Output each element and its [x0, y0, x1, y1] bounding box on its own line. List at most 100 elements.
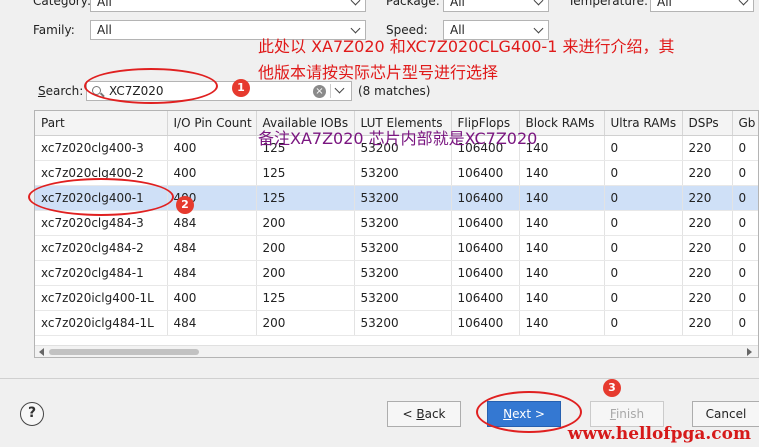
table-cell: 220: [682, 235, 733, 261]
table-cell: 220: [682, 285, 733, 311]
package-label: Package:: [386, 0, 440, 8]
table-cell: 140: [519, 235, 605, 261]
family-value: All: [97, 23, 112, 37]
table-cell: 0: [604, 260, 683, 286]
table-cell: 0: [732, 260, 758, 286]
table-cell: 106400: [451, 210, 520, 236]
table-cell: 200: [256, 310, 355, 336]
search-label: Search:: [38, 84, 83, 98]
table-cell: 0: [604, 285, 683, 311]
clear-icon[interactable]: ×: [313, 85, 326, 98]
table-cell: 140: [519, 310, 605, 336]
table-cell: 140: [519, 260, 605, 286]
column-header[interactable]: I/O Pin Count: [167, 111, 257, 136]
package-combo[interactable]: All: [443, 0, 549, 12]
column-header[interactable]: DSPs: [682, 111, 733, 136]
annotation-note-line1: 此处以 XA7Z020 和XC7Z020CLG400-1 来进行介绍，其: [258, 37, 675, 56]
table-cell: 220: [682, 210, 733, 236]
search-highlight-ring: [84, 68, 218, 104]
table-cell: xc7z020iclg400-1L: [35, 285, 168, 311]
table-cell: xc7z020clg484-1: [35, 260, 168, 286]
table-cell: 0: [732, 185, 758, 211]
table-cell: 0: [604, 160, 683, 186]
finish-rest: inish: [615, 407, 645, 421]
table-cell: 53200: [354, 310, 452, 336]
chevron-down-icon: [350, 23, 361, 34]
table-cell: 106400: [451, 235, 520, 261]
help-button[interactable]: ?: [20, 402, 44, 426]
table-cell: 53200: [354, 210, 452, 236]
table-row[interactable]: xc7z020clg484-1 484 200 53200 106400 140 0 220 0: [35, 260, 758, 286]
table-cell: 0: [604, 235, 683, 261]
column-header[interactable]: Gb: [732, 111, 758, 136]
search-label-mnemonic: S: [38, 84, 46, 98]
back-rest: ack: [424, 407, 446, 421]
family-label: Family:: [33, 23, 75, 37]
table-cell: 125: [256, 160, 355, 186]
search-match-count: (8 matches): [358, 84, 431, 98]
table-cell: 484: [167, 260, 257, 286]
scrollbar-thumb[interactable]: [49, 349, 199, 355]
table-cell: 106400: [451, 260, 520, 286]
table-cell: 400: [167, 135, 257, 161]
table-cell: 220: [682, 185, 733, 211]
table-cell: 0: [604, 135, 683, 161]
back-mnemonic: B: [416, 407, 425, 421]
annotation-note-line2: 他版本请按实际芯片型号进行选择: [258, 63, 499, 82]
search-label-rest: earch:: [45, 84, 84, 98]
table-cell: 106400: [451, 160, 520, 186]
step-badge-1: 1: [232, 79, 250, 97]
chevron-down-icon: [533, 0, 544, 6]
table-cell: 53200: [354, 185, 452, 211]
table-cell: 484: [167, 310, 257, 336]
column-header[interactable]: Part: [35, 111, 168, 136]
horizontal-scrollbar[interactable]: [35, 345, 758, 357]
table-cell: 400: [167, 285, 257, 311]
category-value: All: [97, 0, 112, 9]
scroll-right-icon[interactable]: [747, 348, 752, 356]
table-cell: 125: [256, 285, 355, 311]
table-cell: 0: [604, 185, 683, 211]
table-cell: 200: [256, 210, 355, 236]
table-cell: 220: [682, 260, 733, 286]
table-cell: xc7z020iclg484-1L: [35, 310, 168, 336]
table-cell: 106400: [451, 185, 520, 211]
watermark: www.hellofpga.com: [567, 424, 751, 444]
next-highlight-ring: [476, 391, 582, 433]
search-separator: [330, 84, 331, 98]
table-cell: 0: [732, 210, 758, 236]
table-cell: 140: [519, 285, 605, 311]
chevron-down-icon: [350, 0, 361, 6]
back-prefix: <: [402, 407, 417, 421]
table-row[interactable]: xc7z020iclg400-1L 400 125 53200 106400 140 0 22…: [35, 285, 758, 311]
chevron-down-icon: [738, 0, 749, 6]
table-cell: 125: [256, 185, 355, 211]
table-cell: 220: [682, 310, 733, 336]
table-cell: 0: [732, 135, 758, 161]
table-cell: 53200: [354, 235, 452, 261]
table-row[interactable]: xc7z020iclg484-1L 484 200 53200 106400 140 0 22…: [35, 310, 758, 336]
column-header[interactable]: Ultra RAMs: [604, 111, 683, 136]
table-row[interactable]: xc7z020clg484-3 484 200 53200 106400 140 0 220 0: [35, 210, 758, 236]
table-cell: 400: [167, 160, 257, 186]
table-cell: 484: [167, 235, 257, 261]
package-value: All: [450, 0, 465, 9]
table-cell: 106400: [451, 310, 520, 336]
table-cell: 0: [732, 285, 758, 311]
back-button[interactable]: < Back: [387, 401, 461, 427]
step-badge-3: 3: [603, 379, 621, 397]
table-cell: xc7z020clg400-3: [35, 135, 168, 161]
temperature-label: Temperature:: [568, 0, 649, 8]
row-highlight-ring: [28, 178, 174, 216]
table-cell: 200: [256, 260, 355, 286]
scroll-left-icon[interactable]: [39, 348, 44, 356]
temperature-combo[interactable]: All: [650, 0, 754, 12]
table-cell: 53200: [354, 160, 452, 186]
table-row[interactable]: xc7z020clg484-2 484 200 53200 106400 140 0 220 0: [35, 235, 758, 261]
table-cell: 200: [256, 235, 355, 261]
footer-divider: [0, 378, 759, 379]
table-cell: 140: [519, 185, 605, 211]
category-combo[interactable]: All: [90, 0, 366, 12]
table-cell: 0: [604, 210, 683, 236]
table-cell: 53200: [354, 260, 452, 286]
